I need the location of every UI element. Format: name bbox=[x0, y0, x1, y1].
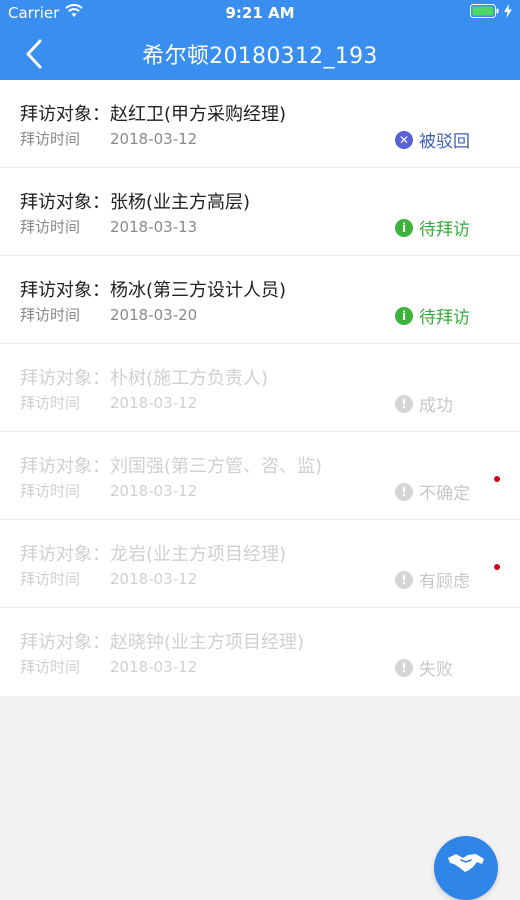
visit-target: 拜访对象：杨冰(第三方设计人员) bbox=[20, 276, 286, 302]
status-label: 待拜访 bbox=[419, 308, 470, 328]
visit-list-item[interactable]: 拜访对象：张杨(业主方高层) 拜访时间 2018-03-13 i 待拜访 bbox=[0, 168, 520, 256]
visit-target: 拜访对象：朴树(施工方负责人) bbox=[20, 364, 268, 390]
alert-circle-icon: ! bbox=[395, 658, 413, 677]
battery-status bbox=[470, 4, 512, 22]
battery-icon bbox=[470, 4, 500, 22]
visit-time: 拜访时间 2018-03-12 bbox=[20, 568, 197, 589]
chevron-left-icon bbox=[26, 39, 42, 69]
visit-time: 拜访时间 2018-03-13 bbox=[20, 216, 197, 237]
visit-target-name: 龙岩(业主方项目经理) bbox=[110, 544, 287, 565]
visit-list-item[interactable]: 拜访对象：刘国强(第三方管、咨、监) 拜访时间 2018-03-12! 不确定 bbox=[0, 432, 520, 520]
info-circle-icon: i bbox=[395, 218, 413, 237]
visit-target-label: 拜访对象： bbox=[20, 280, 110, 301]
visit-time-label: 拜访时间 bbox=[20, 306, 81, 324]
visit-target-name: 杨冰(第三方设计人员) bbox=[110, 280, 287, 301]
visit-target: 拜访对象：赵红卫(甲方采购经理) bbox=[20, 100, 286, 126]
visit-target-name: 赵晓钟(业主方项目经理) bbox=[110, 632, 305, 653]
visit-date: 2018-03-12 bbox=[110, 570, 198, 588]
visit-list: 拜访对象：赵红卫(甲方采购经理) 拜访时间 2018-03-12 ✕ 被驳回 拜访对象：张… bbox=[0, 80, 520, 696]
visit-date: 2018-03-12 bbox=[110, 130, 198, 148]
status-label: 不确定 bbox=[419, 484, 470, 504]
visit-time: 拜访时间 2018-03-12 bbox=[20, 480, 197, 501]
status-label: 成功 bbox=[419, 396, 453, 416]
visit-time-label: 拜访时间 bbox=[20, 394, 81, 412]
alert-circle-icon: ! bbox=[395, 482, 413, 501]
status-badge: ! 有顾虑 bbox=[395, 567, 470, 592]
status-badge: ! 失败 bbox=[395, 655, 453, 680]
visit-time-label: 拜访时间 bbox=[20, 130, 81, 148]
status-bar: Carrier 9:21 AM bbox=[0, 0, 520, 26]
alert-circle-icon: ! bbox=[395, 394, 413, 413]
clock: 9:21 AM bbox=[225, 4, 295, 22]
visit-target: 拜访对象：赵晓钟(业主方项目经理) bbox=[20, 628, 304, 654]
status-badge: i 待拜访 bbox=[395, 215, 470, 240]
handshake-icon bbox=[448, 854, 484, 872]
visit-date: 2018-03-12 bbox=[110, 658, 198, 676]
back-button[interactable] bbox=[14, 34, 54, 74]
add-visit-button[interactable] bbox=[434, 836, 498, 900]
visit-time-label: 拜访时间 bbox=[20, 482, 81, 500]
visit-list-item[interactable]: 拜访对象：赵晓钟(业主方项目经理) 拜访时间 2018-03-12! 失败 bbox=[0, 608, 520, 696]
visit-target-label: 拜访对象： bbox=[20, 192, 110, 213]
status-badge: ! 成功 bbox=[395, 391, 453, 416]
status-label: 失败 bbox=[419, 660, 453, 680]
visit-list-item[interactable]: 拜访对象：朴树(施工方负责人) 拜访时间 2018-03-12! 成功 bbox=[0, 344, 520, 432]
charging-bolt-icon bbox=[504, 4, 512, 22]
visit-list-item[interactable]: 拜访对象：龙岩(业主方项目经理) 拜访时间 2018-03-12! 有顾虑 bbox=[0, 520, 520, 608]
unread-dot bbox=[494, 476, 500, 482]
status-badge: ! 不确定 bbox=[395, 479, 470, 504]
visit-target-name: 刘国强(第三方管、咨、监) bbox=[110, 456, 323, 477]
page-title: 希尔顿20180312_193 bbox=[142, 44, 378, 69]
visit-target-label: 拜访对象： bbox=[20, 456, 110, 477]
visit-target-name: 朴树(施工方负责人) bbox=[110, 368, 269, 389]
visit-target: 拜访对象：刘国强(第三方管、咨、监) bbox=[20, 452, 322, 478]
visit-target: 拜访对象：龙岩(业主方项目经理) bbox=[20, 540, 286, 566]
visit-list-item[interactable]: 拜访对象：杨冰(第三方设计人员) 拜访时间 2018-03-20 i 待拜访 bbox=[0, 256, 520, 344]
visit-target-name: 张杨(业主方高层) bbox=[110, 192, 251, 213]
visit-time-label: 拜访时间 bbox=[20, 570, 81, 588]
info-circle-icon: i bbox=[395, 306, 413, 325]
status-badge: i 待拜访 bbox=[395, 303, 470, 328]
status-label: 被驳回 bbox=[419, 132, 470, 152]
visit-time: 拜访时间 2018-03-12 bbox=[20, 128, 197, 149]
visit-time-label: 拜访时间 bbox=[20, 658, 81, 676]
unread-dot bbox=[494, 564, 500, 570]
visit-target-name: 赵红卫(甲方采购经理) bbox=[110, 104, 287, 125]
alert-circle-icon: ! bbox=[395, 570, 413, 589]
status-label: 待拜访 bbox=[419, 220, 470, 240]
visit-list-item[interactable]: 拜访对象：赵红卫(甲方采购经理) 拜访时间 2018-03-12 ✕ 被驳回 bbox=[0, 80, 520, 168]
visit-time: 拜访时间 2018-03-20 bbox=[20, 304, 197, 325]
visit-time-label: 拜访时间 bbox=[20, 218, 81, 236]
status-badge: ✕ 被驳回 bbox=[395, 127, 470, 152]
visit-time: 拜访时间 2018-03-12 bbox=[20, 656, 197, 677]
visit-target-label: 拜访对象： bbox=[20, 368, 110, 389]
visit-date: 2018-03-12 bbox=[110, 482, 198, 500]
visit-target-label: 拜访对象： bbox=[20, 544, 110, 565]
visit-target: 拜访对象：张杨(业主方高层) bbox=[20, 188, 250, 214]
visit-target-label: 拜访对象： bbox=[20, 632, 110, 653]
visit-date: 2018-03-12 bbox=[110, 394, 198, 412]
visit-date: 2018-03-13 bbox=[110, 218, 198, 236]
visit-date: 2018-03-20 bbox=[110, 306, 198, 324]
x-circle-icon: ✕ bbox=[395, 130, 413, 149]
top-bar: Carrier 9:21 AM 希尔顿20180312_193 bbox=[0, 0, 520, 80]
visit-target-label: 拜访对象： bbox=[20, 104, 110, 125]
visit-time: 拜访时间 2018-03-12 bbox=[20, 392, 197, 413]
status-label: 有顾虑 bbox=[419, 572, 470, 592]
navigation-bar: 希尔顿20180312_193 bbox=[0, 26, 520, 80]
